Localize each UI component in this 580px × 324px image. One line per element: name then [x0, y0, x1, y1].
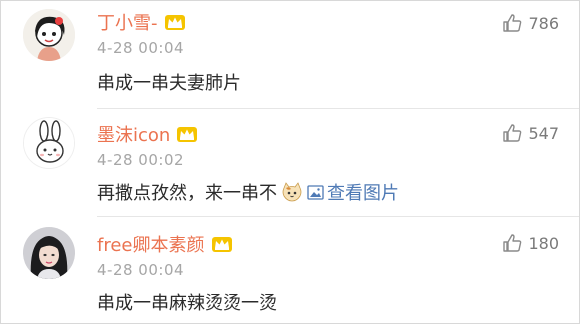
like-button[interactable]: 786	[502, 13, 559, 33]
vip-crown-icon	[177, 127, 198, 142]
vip-crown-icon	[164, 15, 185, 30]
username[interactable]: 丁小雪-	[97, 9, 186, 35]
view-image-link[interactable]: 查看图片	[307, 179, 399, 205]
like-count: 547	[528, 123, 559, 143]
comment-text: 再撒点孜然，来一串不 查看图片	[97, 179, 399, 205]
comment-item: 墨沫icon 4-28 00:02 再撒点孜然，来一串不 查看图片 547	[1, 109, 579, 217]
like-count: 786	[528, 13, 559, 33]
comment-list: 丁小雪- 4-28 00:04 串成一串夫妻肺片 786 墨沫icon 4-28…	[0, 0, 580, 324]
comment-item: 丁小雪- 4-28 00:04 串成一串夫妻肺片 786	[1, 1, 579, 109]
comment-text: 串成一串麻辣烫烫一烫	[97, 289, 277, 315]
avatar[interactable]	[23, 227, 75, 279]
vip-crown-icon	[211, 237, 232, 252]
comment-item: free卿本素颜 4-28 00:04 串成一串麻辣烫烫一烫 180	[1, 217, 579, 324]
image-icon	[307, 184, 324, 200]
avatar[interactable]	[23, 117, 75, 169]
username-text[interactable]: free卿本素颜	[97, 231, 205, 257]
comment-body: 串成一串麻辣烫烫一烫	[97, 293, 277, 314]
avatar[interactable]	[23, 9, 75, 61]
thumbs-up-icon	[503, 124, 522, 142]
thumbs-up-icon	[503, 234, 522, 252]
username[interactable]: 墨沫icon	[97, 121, 198, 147]
like-count: 180	[528, 233, 559, 253]
cat-emoji-icon	[282, 182, 302, 202]
username-text[interactable]: 墨沫icon	[97, 121, 170, 147]
timestamp: 4-28 00:04	[97, 39, 185, 57]
view-image-text[interactable]: 查看图片	[327, 179, 399, 205]
username-text[interactable]: 丁小雪-	[97, 9, 158, 35]
timestamp: 4-28 00:04	[97, 261, 185, 279]
timestamp: 4-28 00:02	[97, 151, 185, 169]
comment-text: 串成一串夫妻肺片	[97, 69, 241, 95]
comment-body: 再撒点孜然，来一串不	[97, 183, 277, 204]
username[interactable]: free卿本素颜	[97, 231, 233, 257]
like-button[interactable]: 547	[502, 123, 559, 143]
thumbs-up-icon	[503, 14, 522, 32]
like-button[interactable]: 180	[502, 233, 559, 253]
comment-body: 串成一串夫妻肺片	[97, 73, 241, 94]
